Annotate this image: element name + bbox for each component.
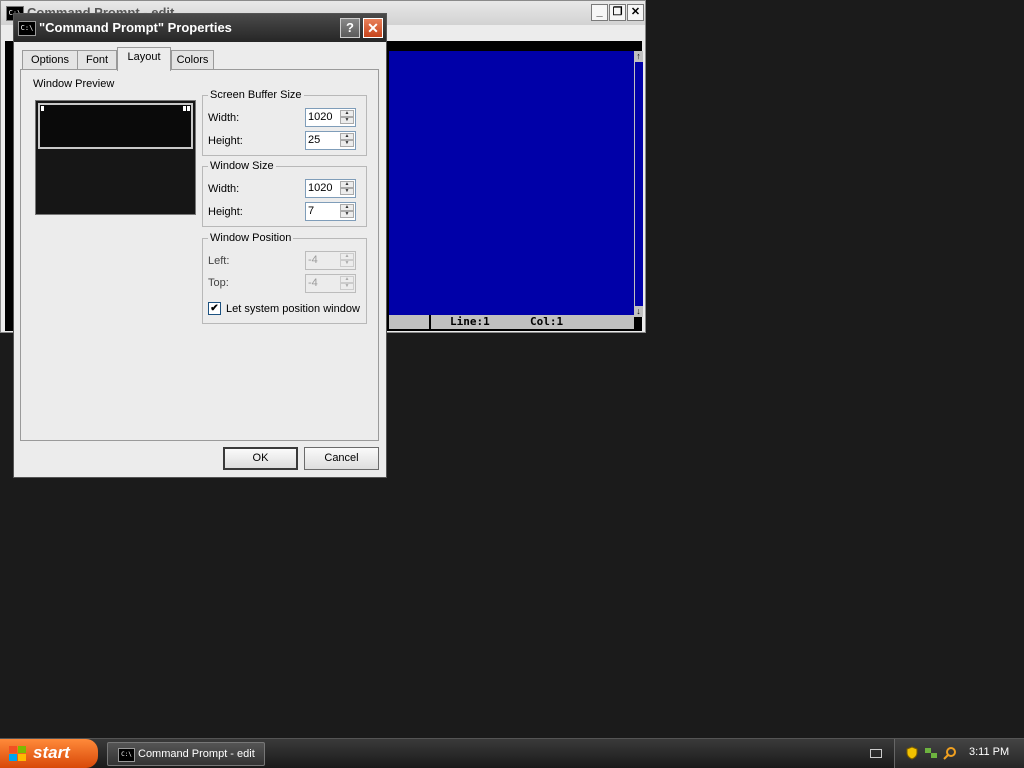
buffer-width-label: Width: [208, 112, 240, 124]
spinner-arrows[interactable]: ▲ ▼ [340, 204, 354, 219]
search-icon[interactable] [943, 746, 957, 760]
spin-up-icon: ▲ [340, 253, 354, 260]
edit-text-area[interactable] [389, 51, 634, 315]
edit-status-bar: Line:1 Col:1 [389, 315, 634, 329]
position-left-spinner: -4 ▲ ▼ [305, 251, 356, 270]
spin-up-icon: ▲ [340, 276, 354, 283]
spinner-arrows[interactable]: ▲ ▼ [340, 133, 354, 148]
status-divider [429, 315, 431, 329]
tab-font[interactable]: Font [77, 50, 117, 70]
minimize-button[interactable]: _ [591, 4, 608, 21]
spinner-arrows[interactable]: ▲ ▼ [340, 181, 354, 196]
window-size-legend: Window Size [210, 160, 274, 172]
spin-down-icon[interactable]: ▼ [340, 140, 354, 147]
position-left-label: Left: [208, 255, 230, 267]
position-top-label: Top: [208, 277, 229, 289]
spin-down-icon: ▼ [340, 260, 354, 267]
network-icon[interactable] [924, 746, 938, 760]
window-width-value[interactable]: 1020 [308, 182, 332, 195]
tab-options[interactable]: Options [22, 50, 78, 70]
spinner-arrows: ▲ ▼ [340, 253, 354, 268]
buffer-width-spinner[interactable]: 1020 ▲ ▼ [305, 108, 356, 127]
restore-button[interactable]: ❐ [609, 4, 626, 21]
window-height-label: Height: [208, 206, 243, 218]
status-line: Line:1 [450, 315, 490, 328]
windows-logo-icon [9, 746, 27, 762]
clock[interactable]: 3:11 PM [969, 746, 1009, 758]
let-system-position-label[interactable]: Let system position window [226, 303, 360, 315]
cmd-icon: C:\ [118, 748, 135, 762]
preview-button-icon [187, 106, 190, 111]
screen-buffer-legend: Screen Buffer Size [210, 89, 302, 101]
preview-icon [41, 106, 44, 111]
help-button[interactable]: ? [340, 18, 360, 38]
cancel-button[interactable]: Cancel [304, 447, 379, 470]
dialog-close-button[interactable]: ✕ [363, 18, 383, 38]
cmd-icon: C:\ [18, 21, 36, 36]
buffer-width-value[interactable]: 1020 [308, 111, 332, 124]
tab-colors[interactable]: Colors [171, 50, 214, 70]
spinner-arrows[interactable]: ▲ ▼ [340, 110, 354, 125]
taskbar-item-command-prompt[interactable]: C:\ Command Prompt - edit [107, 742, 265, 766]
taskbar-item-label: Command Prompt - edit [138, 748, 255, 760]
preview-window [38, 103, 193, 149]
position-left-value: -4 [308, 254, 318, 266]
keyboard-icon[interactable] [870, 749, 882, 758]
buffer-height-spinner[interactable]: 25 ▲ ▼ [305, 131, 356, 150]
window-position-legend: Window Position [210, 232, 292, 244]
spin-up-icon[interactable]: ▲ [340, 204, 354, 211]
position-top-spinner: -4 ▲ ▼ [305, 274, 356, 293]
spin-down-icon: ▼ [340, 283, 354, 290]
properties-dialog[interactable]: C:\ "Command Prompt" Properties ? ✕ Opti… [13, 13, 387, 478]
start-label: start [33, 743, 70, 762]
spin-up-icon[interactable]: ▲ [340, 181, 354, 188]
dialog-titlebar[interactable]: C:\ "Command Prompt" Properties ? ✕ [14, 14, 386, 42]
window-preview [35, 100, 196, 215]
system-tray: 3:11 PM [894, 739, 1024, 768]
ok-button[interactable]: OK [223, 447, 298, 470]
scroll-up-arrow-icon[interactable]: ↑ [634, 51, 643, 62]
preview-button-icon [183, 106, 186, 111]
spinner-arrows: ▲ ▼ [340, 276, 354, 291]
window-width-label: Width: [208, 183, 240, 195]
vertical-scrollbar[interactable]: ↑ ↓ [634, 51, 643, 317]
window-width-spinner[interactable]: 1020 ▲ ▼ [305, 179, 356, 198]
window-preview-label: Window Preview [33, 78, 115, 90]
let-system-position-checkbox[interactable]: ✔ [208, 302, 221, 315]
spin-up-icon[interactable]: ▲ [340, 133, 354, 140]
scroll-down-arrow-icon[interactable]: ↓ [634, 306, 643, 317]
buffer-height-value[interactable]: 25 [308, 134, 320, 147]
security-shield-icon[interactable] [905, 746, 919, 760]
window-height-value[interactable]: 7 [308, 205, 314, 218]
status-col: Col:1 [530, 315, 564, 328]
tab-layout[interactable]: Layout [117, 47, 171, 71]
spin-down-icon[interactable]: ▼ [340, 188, 354, 195]
spin-up-icon[interactable]: ▲ [340, 110, 354, 117]
start-button[interactable]: start [0, 739, 98, 768]
spin-down-icon[interactable]: ▼ [340, 117, 354, 124]
position-top-value: -4 [308, 277, 318, 289]
window-height-spinner[interactable]: 7 ▲ ▼ [305, 202, 356, 221]
dialog-title: "Command Prompt" Properties [39, 20, 232, 35]
close-button[interactable]: ✕ [627, 4, 644, 21]
spin-down-icon[interactable]: ▼ [340, 211, 354, 218]
buffer-height-label: Height: [208, 135, 243, 147]
